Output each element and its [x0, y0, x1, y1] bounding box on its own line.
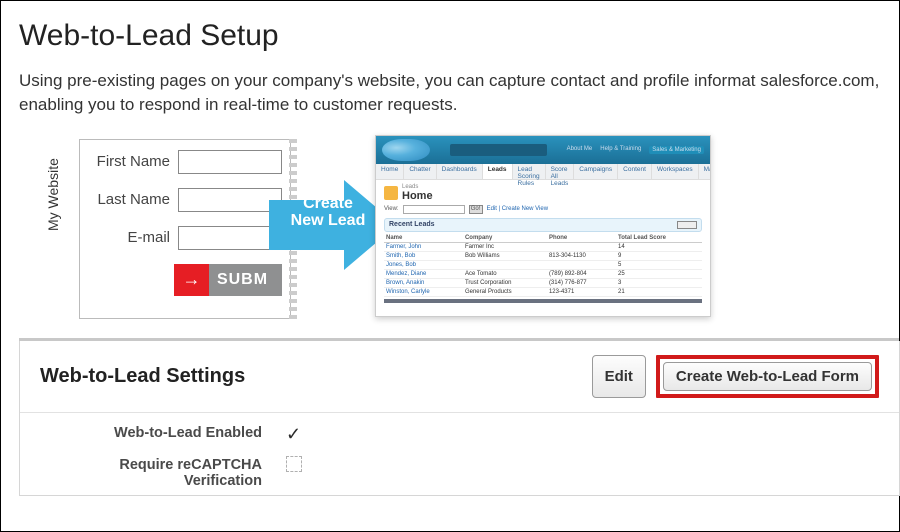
intro-text: Using pre-existing pages on your company…	[19, 69, 899, 117]
edit-button[interactable]: Edit	[592, 355, 646, 398]
highlight-box: Create Web-to-Lead Form	[656, 355, 879, 398]
create-lead-arrow-text: Create New Lead	[283, 195, 373, 230]
web-to-lead-enabled-label: Web-to-Lead Enabled	[40, 423, 286, 441]
unchecked-box-icon	[286, 456, 302, 472]
email-input-mock	[178, 226, 282, 250]
page-title: Web-to-Lead Setup	[19, 19, 899, 53]
salesforce-screenshot-mock: About Me Help & Training Sales & Marketi…	[375, 135, 711, 317]
sf-tab: Lead Scoring Rules	[513, 164, 546, 179]
sf-tab: Content	[618, 164, 652, 179]
sf-tab: Campaigns	[574, 164, 618, 179]
sf-tab: Leads	[483, 164, 513, 179]
sf-tab: Marketing	[699, 164, 711, 179]
require-recaptcha-label: Require reCAPTCHA Verification	[40, 455, 286, 489]
sf-tab: Workspaces	[652, 164, 699, 179]
sf-top-links: About Me Help & Training Sales & Marketi…	[567, 146, 704, 154]
sf-tab: Chatter	[404, 164, 436, 179]
illustration: My Website First Name Last Name E-mail →…	[19, 135, 899, 330]
web-form-mock: First Name Last Name E-mail → SUBM	[79, 139, 291, 319]
my-website-label: My Website	[45, 158, 61, 231]
lead-cube-icon	[384, 186, 398, 200]
settings-panel: Web-to-Lead Settings Edit Create Web-to-…	[19, 341, 900, 496]
first-name-label: First Name	[88, 153, 178, 170]
checkmark-icon: ✓	[286, 424, 301, 444]
first-name-input-mock	[178, 150, 282, 174]
last-name-input-mock	[178, 188, 282, 212]
sf-tab: Dashboards	[437, 164, 483, 179]
sf-tab: Home	[376, 164, 404, 179]
email-label: E-mail	[88, 229, 178, 246]
sf-search-mock	[450, 144, 547, 156]
create-web-to-lead-form-button[interactable]: Create Web-to-Lead Form	[663, 362, 872, 391]
last-name-label: Last Name	[88, 191, 178, 208]
salesforce-logo-icon	[382, 139, 430, 161]
sf-tab: Score All Leads	[546, 164, 575, 179]
submit-arrow-icon: →	[174, 264, 209, 296]
settings-title: Web-to-Lead Settings	[40, 365, 245, 388]
